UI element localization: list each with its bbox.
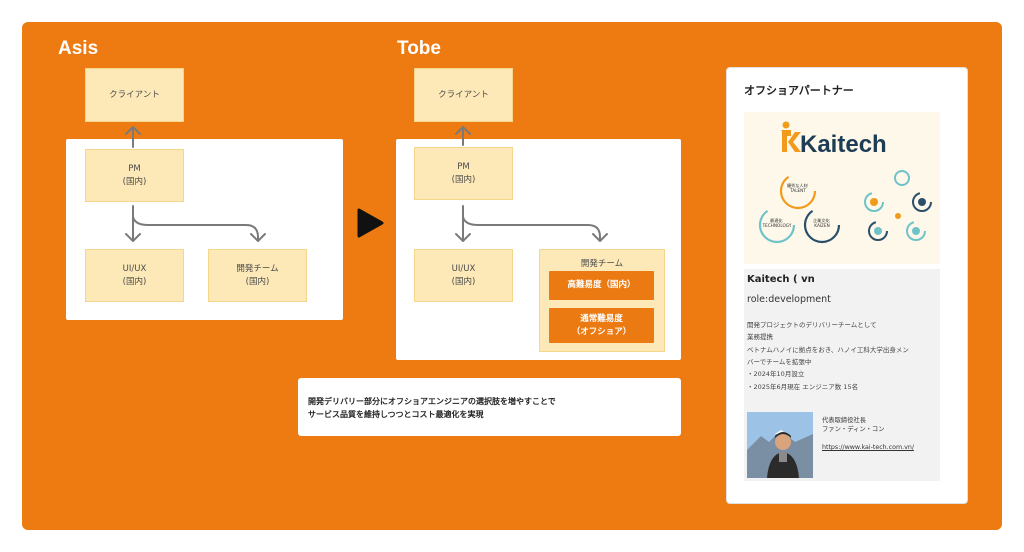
company-visual: Kaitech 優秀な人材 TALENT 最適化 TECHNOLOGY 企業文化… xyxy=(744,112,940,264)
desc-line: 業務提携 xyxy=(747,333,773,342)
technology-label: 最適化 TECHNOLOGY xyxy=(762,217,792,228)
partner-heading: オフショアパートナー xyxy=(744,84,854,97)
desc-line: ・2025年6月現在 エンジニア数 15名 xyxy=(747,382,859,391)
summary-line-1: 開発デリバリー部分にオフショアエンジニアの選択肢を増やすことで xyxy=(308,397,556,406)
company-url-link[interactable]: https://www.kai-tech.com.vn/ xyxy=(822,444,914,451)
ceo-title: 代表取締役社長 xyxy=(822,417,867,424)
summary-note: 開発デリバリー部分にオフショアエンジニアの選択肢を増やすことで サービス品質を維… xyxy=(298,378,681,436)
summary-line-2: サービス品質を維持しつつとコスト最適化を実現 xyxy=(308,410,484,420)
ceo-info: 代表取締役社長 ファン・ディン・コン xyxy=(822,416,885,435)
asis-up-arrow xyxy=(125,126,141,148)
talent-label: 優秀な人材 TALENT xyxy=(787,182,809,193)
partner-card: オフショアパートナー Kaitech 優秀な人材 TALENT 最適化 TECH… xyxy=(726,67,968,504)
company-role: role:development xyxy=(747,294,831,305)
transition-arrow-icon xyxy=(357,208,384,238)
kaitech-logo-icon xyxy=(781,121,801,152)
tobe-branch-arrow xyxy=(462,216,608,242)
kaizen-label: 企業文化 KAIZEN xyxy=(813,217,831,228)
desc-line: 開発プロジェクトのデリバリーチームとして xyxy=(747,321,877,329)
ceo-photo xyxy=(747,412,813,478)
ceo-name: ファン・ディン・コン xyxy=(822,426,885,434)
asis-branch-arrow xyxy=(132,216,266,242)
tobe-up-arrow xyxy=(455,126,471,146)
kaitech-logo-graphic: Kaitech 優秀な人材 TALENT 最適化 TECHNOLOGY 企業文化… xyxy=(758,121,932,244)
company-name: Kaitech ( vn xyxy=(747,274,815,285)
company-description: 開発プロジェクトのデリバリーチームとして 業務提携 ベトナムハノイに拠点をおき、… xyxy=(747,319,937,393)
desc-line: ・2024年10月設立 xyxy=(747,370,805,379)
desc-line: ベトナムハノイに拠点をおき、ハノイ工科大学出身メン xyxy=(747,345,909,354)
service-icon-1 xyxy=(894,170,910,186)
partner-info: Kaitech ( vn role:development 開発プロジェクトのデ… xyxy=(744,269,940,481)
kaitech-logo-text: Kaitech xyxy=(800,131,887,158)
desc-line: バーでチームを拡張中 xyxy=(747,358,812,367)
